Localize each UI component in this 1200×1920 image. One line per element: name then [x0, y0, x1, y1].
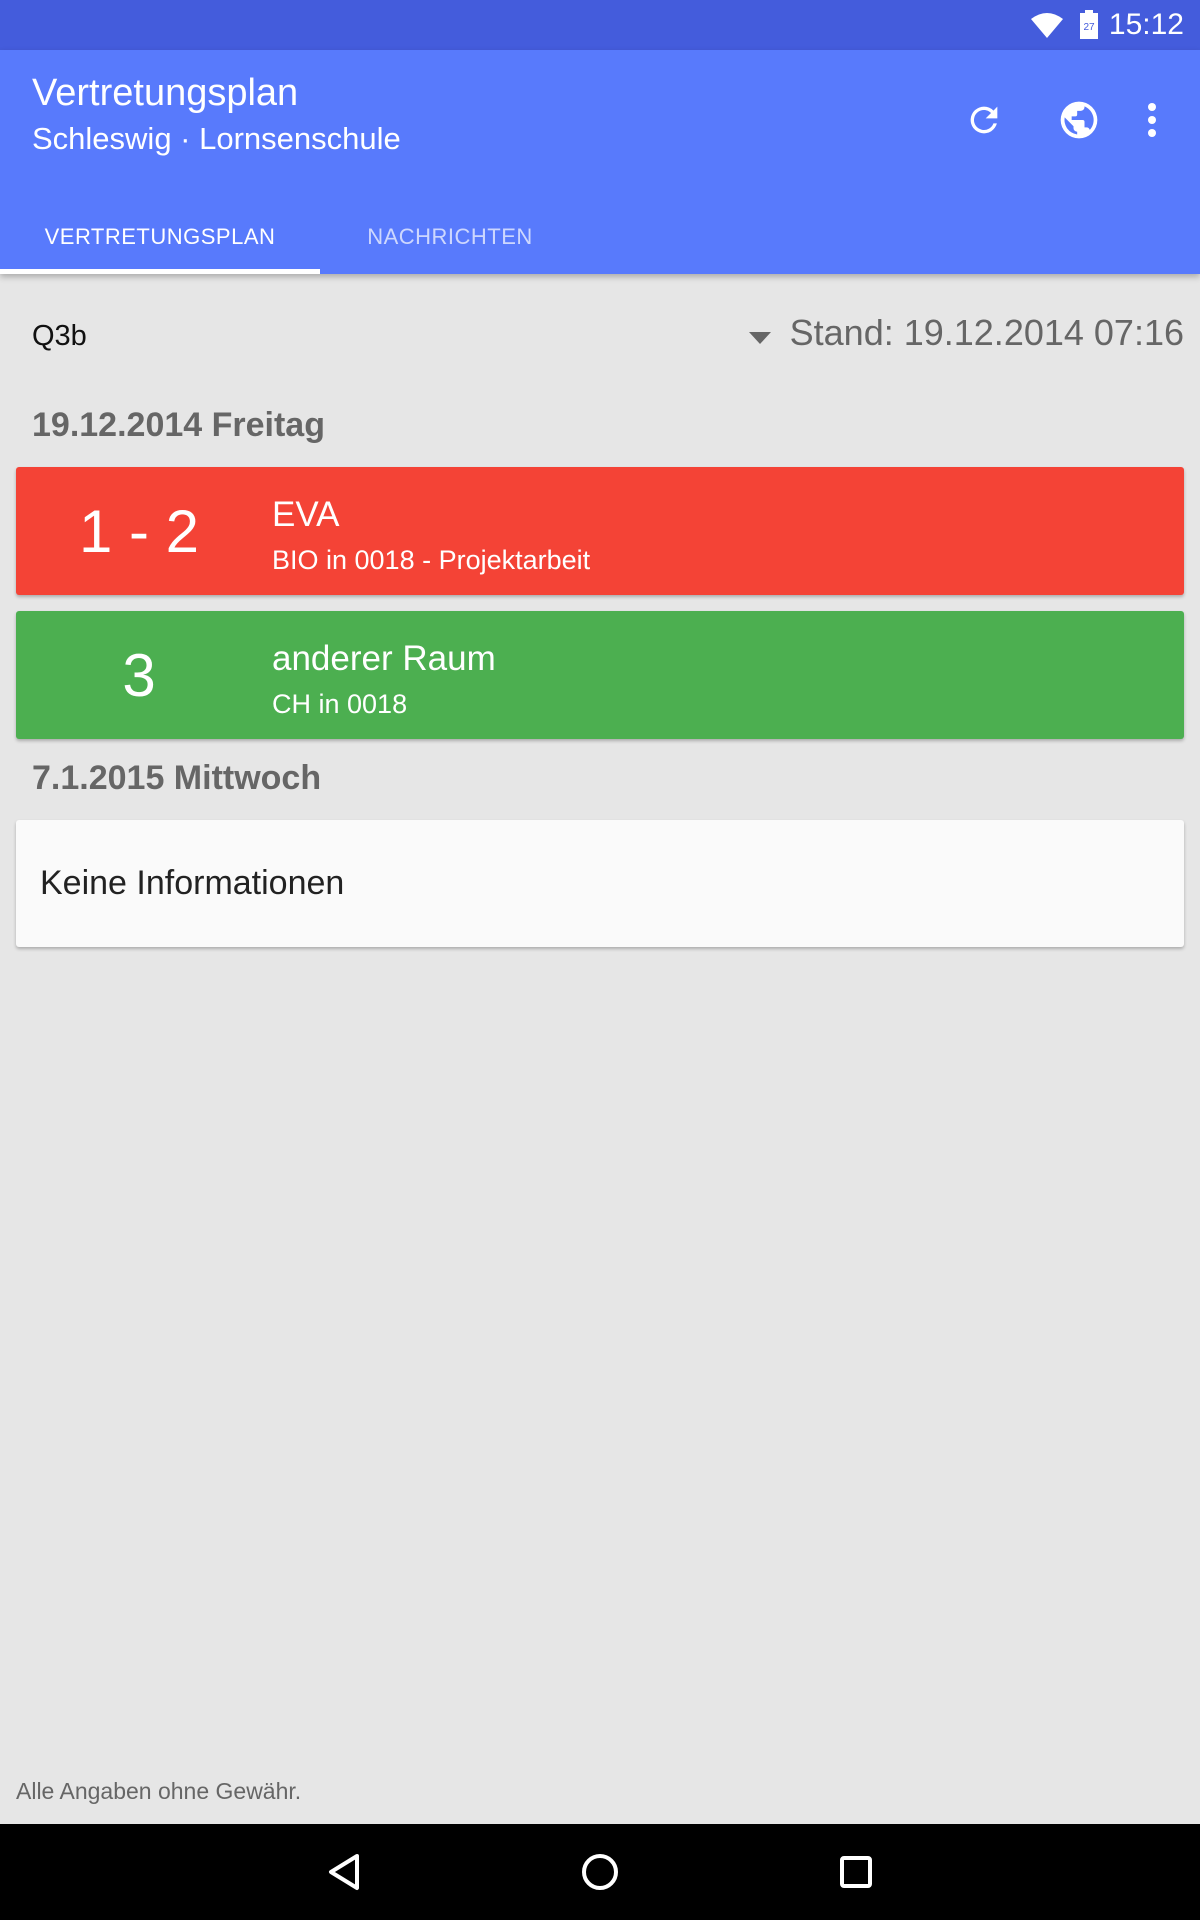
- globe-icon: [1060, 101, 1098, 139]
- app-bar: Vertretungsplan Schleswig · Lornsenschul…: [0, 50, 1200, 274]
- back-button[interactable]: [318, 1846, 370, 1898]
- substitution-card[interactable]: 1 - 2 EVA BIO in 0018 - Projektarbeit: [16, 467, 1184, 595]
- day-header: 19.12.2014 Freitag: [32, 406, 325, 444]
- globe-button[interactable]: [1051, 92, 1107, 148]
- chevron-down-icon[interactable]: [749, 331, 771, 349]
- wifi-icon: [1030, 11, 1064, 44]
- page-title: Vertretungsplan: [32, 72, 299, 114]
- lesson-number: 3: [122, 641, 156, 709]
- last-updated-text: Stand: 19.12.2014 07:16: [789, 312, 1184, 353]
- disclaimer-text: Alle Angaben ohne Gewähr.: [16, 1778, 302, 1804]
- tab-vertretungsplan[interactable]: VERTRETUNGSPLAN: [0, 200, 320, 274]
- battery-icon: 27: [1079, 10, 1099, 45]
- home-icon: [582, 1854, 618, 1890]
- substitution-card[interactable]: 3 anderer Raum CH in 0018: [16, 611, 1184, 739]
- clock-time: 15:12: [1108, 8, 1184, 41]
- substitution-detail: BIO in 0018 - Projektarbeit: [272, 545, 591, 575]
- status-bar: 27 15:12: [0, 0, 1200, 50]
- refresh-icon: [970, 106, 998, 134]
- navigation-bar: [0, 1824, 1200, 1920]
- tab-nachrichten[interactable]: NACHRICHTEN: [320, 200, 580, 274]
- no-info-text: Keine Informationen: [40, 864, 345, 902]
- class-selector[interactable]: Q3b: [32, 320, 87, 353]
- recents-icon: [840, 1856, 872, 1888]
- refresh-button[interactable]: [956, 92, 1012, 148]
- more-vert-icon: [1148, 103, 1156, 137]
- info-card: Keine Informationen: [16, 820, 1184, 947]
- substitution-type: anderer Raum: [272, 639, 496, 678]
- lesson-number: 1 - 2: [78, 497, 200, 565]
- recents-button[interactable]: [830, 1846, 882, 1898]
- home-button[interactable]: [574, 1846, 626, 1898]
- tab-indicator: [0, 269, 320, 274]
- back-icon: [329, 1854, 359, 1890]
- overflow-menu-button[interactable]: [1124, 92, 1180, 148]
- day-header: 7.1.2015 Mittwoch: [32, 759, 322, 797]
- substitution-type: EVA: [272, 495, 340, 534]
- svg-text:27: 27: [1083, 22, 1095, 33]
- substitution-detail: CH in 0018: [272, 689, 408, 719]
- tab-bar: VERTRETUNGSPLAN NACHRICHTEN: [0, 200, 1200, 274]
- page-subtitle: Schleswig · Lornsenschule: [32, 121, 401, 156]
